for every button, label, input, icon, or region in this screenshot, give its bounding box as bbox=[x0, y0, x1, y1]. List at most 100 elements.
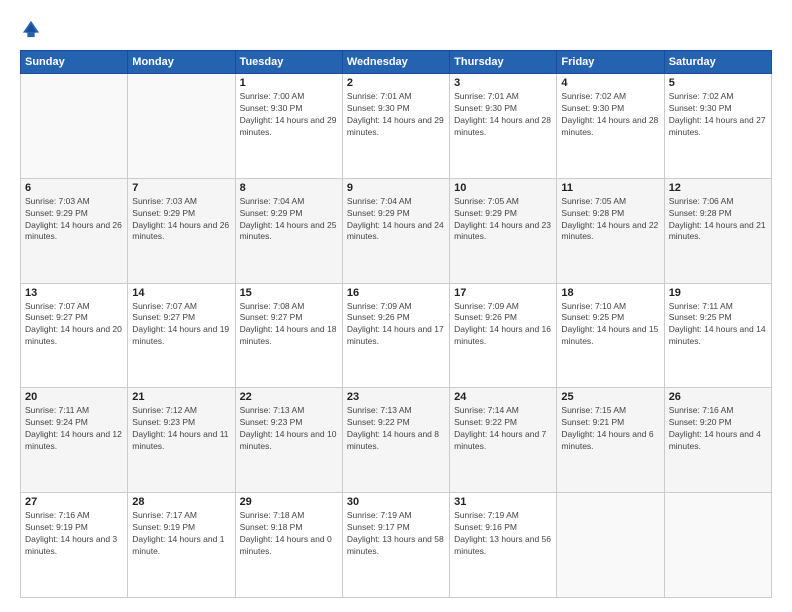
day-info: Sunrise: 7:03 AMSunset: 9:29 PMDaylight:… bbox=[132, 196, 230, 244]
day-number: 6 bbox=[25, 182, 123, 194]
day-number: 20 bbox=[25, 391, 123, 403]
calendar-cell: 31Sunrise: 7:19 AMSunset: 9:16 PMDayligh… bbox=[450, 493, 557, 598]
day-info: Sunrise: 7:14 AMSunset: 9:22 PMDaylight:… bbox=[454, 405, 552, 453]
weekday-header-saturday: Saturday bbox=[664, 51, 771, 74]
calendar-cell: 14 Sunrise: 7:07 AMSunset: 9:27 PMDayligh… bbox=[128, 283, 235, 388]
day-info: Sunrise: 7:08 AMSunset: 9:27 PMDaylight:… bbox=[240, 301, 338, 349]
calendar-cell: 24 Sunrise: 7:14 AMSunset: 9:22 PMDayligh… bbox=[450, 388, 557, 493]
calendar-cell: 26Sunrise: 7:16 AMSunset: 9:20 PMDayligh… bbox=[664, 388, 771, 493]
day-number: 21 bbox=[132, 391, 230, 403]
calendar-cell: 12 Sunrise: 7:06 AMSunset: 9:28 PMDayligh… bbox=[664, 178, 771, 283]
calendar-cell: 2 Sunrise: 7:01 AMSunset: 9:30 PMDaylight… bbox=[342, 74, 449, 179]
day-number: 23 bbox=[347, 391, 445, 403]
day-number: 16 bbox=[347, 287, 445, 299]
day-number: 5 bbox=[669, 77, 767, 89]
weekday-header-monday: Monday bbox=[128, 51, 235, 74]
calendar-cell: 1 Sunrise: 7:00 AMSunset: 9:30 PMDaylight… bbox=[235, 74, 342, 179]
day-number: 18 bbox=[561, 287, 659, 299]
day-info: Sunrise: 7:12 AMSunset: 9:23 PMDaylight:… bbox=[132, 405, 230, 453]
calendar-cell: 17 Sunrise: 7:09 AMSunset: 9:26 PMDayligh… bbox=[450, 283, 557, 388]
calendar-cell bbox=[128, 74, 235, 179]
day-info: Sunrise: 7:13 AMSunset: 9:22 PMDaylight:… bbox=[347, 405, 445, 453]
weekday-header-row: SundayMondayTuesdayWednesdayThursdayFrid… bbox=[21, 51, 772, 74]
day-number: 1 bbox=[240, 77, 338, 89]
weekday-header-sunday: Sunday bbox=[21, 51, 128, 74]
day-number: 22 bbox=[240, 391, 338, 403]
logo-icon bbox=[20, 18, 42, 40]
calendar-cell: 20 Sunrise: 7:11 AMSunset: 9:24 PMDayligh… bbox=[21, 388, 128, 493]
day-info: Sunrise: 7:05 AMSunset: 9:28 PMDaylight:… bbox=[561, 196, 659, 244]
calendar-cell: 27 Sunrise: 7:16 AMSunset: 9:19 PMDayligh… bbox=[21, 493, 128, 598]
day-info: Sunrise: 7:11 AMSunset: 9:25 PMDaylight:… bbox=[669, 301, 767, 349]
day-number: 28 bbox=[132, 496, 230, 508]
day-info: Sunrise: 7:01 AMSunset: 9:30 PMDaylight:… bbox=[454, 91, 552, 139]
day-info: Sunrise: 7:02 AMSunset: 9:30 PMDaylight:… bbox=[561, 91, 659, 139]
calendar-cell: 3 Sunrise: 7:01 AMSunset: 9:30 PMDaylight… bbox=[450, 74, 557, 179]
day-number: 27 bbox=[25, 496, 123, 508]
day-info: Sunrise: 7:09 AMSunset: 9:26 PMDaylight:… bbox=[454, 301, 552, 349]
day-info: Sunrise: 7:01 AMSunset: 9:30 PMDaylight:… bbox=[347, 91, 445, 139]
calendar-cell: 7 Sunrise: 7:03 AMSunset: 9:29 PMDaylight… bbox=[128, 178, 235, 283]
calendar-cell bbox=[664, 493, 771, 598]
calendar-cell: 15 Sunrise: 7:08 AMSunset: 9:27 PMDayligh… bbox=[235, 283, 342, 388]
calendar-cell: 25Sunrise: 7:15 AMSunset: 9:21 PMDayligh… bbox=[557, 388, 664, 493]
day-number: 17 bbox=[454, 287, 552, 299]
day-number: 15 bbox=[240, 287, 338, 299]
day-number: 29 bbox=[240, 496, 338, 508]
calendar-cell: 30Sunrise: 7:19 AMSunset: 9:17 PMDayligh… bbox=[342, 493, 449, 598]
weekday-header-friday: Friday bbox=[557, 51, 664, 74]
day-info: Sunrise: 7:06 AMSunset: 9:28 PMDaylight:… bbox=[669, 196, 767, 244]
day-number: 24 bbox=[454, 391, 552, 403]
day-number: 8 bbox=[240, 182, 338, 194]
day-info: Sunrise: 7:07 AMSunset: 9:27 PMDaylight:… bbox=[132, 301, 230, 349]
header bbox=[20, 18, 772, 40]
calendar-cell: 13 Sunrise: 7:07 AMSunset: 9:27 PMDayligh… bbox=[21, 283, 128, 388]
day-number: 11 bbox=[561, 182, 659, 194]
day-number: 31 bbox=[454, 496, 552, 508]
page: SundayMondayTuesdayWednesdayThursdayFrid… bbox=[0, 0, 792, 612]
day-info: Sunrise: 7:13 AMSunset: 9:23 PMDaylight:… bbox=[240, 405, 338, 453]
calendar-cell: 11 Sunrise: 7:05 AMSunset: 9:28 PMDayligh… bbox=[557, 178, 664, 283]
day-number: 7 bbox=[132, 182, 230, 194]
weekday-header-wednesday: Wednesday bbox=[342, 51, 449, 74]
calendar-week-row-1: 6 Sunrise: 7:03 AMSunset: 9:29 PMDaylight… bbox=[21, 178, 772, 283]
calendar-cell: 10 Sunrise: 7:05 AMSunset: 9:29 PMDayligh… bbox=[450, 178, 557, 283]
day-info: Sunrise: 7:00 AMSunset: 9:30 PMDaylight:… bbox=[240, 91, 338, 139]
day-number: 12 bbox=[669, 182, 767, 194]
calendar-week-row-2: 13 Sunrise: 7:07 AMSunset: 9:27 PMDayligh… bbox=[21, 283, 772, 388]
weekday-header-thursday: Thursday bbox=[450, 51, 557, 74]
calendar-cell bbox=[557, 493, 664, 598]
day-number: 30 bbox=[347, 496, 445, 508]
day-number: 2 bbox=[347, 77, 445, 89]
day-info: Sunrise: 7:11 AMSunset: 9:24 PMDaylight:… bbox=[25, 405, 123, 453]
day-info: Sunrise: 7:10 AMSunset: 9:25 PMDaylight:… bbox=[561, 301, 659, 349]
logo bbox=[20, 18, 46, 40]
calendar-cell: 4 Sunrise: 7:02 AMSunset: 9:30 PMDaylight… bbox=[557, 74, 664, 179]
day-info: Sunrise: 7:18 AMSunset: 9:18 PMDaylight:… bbox=[240, 510, 338, 558]
day-number: 19 bbox=[669, 287, 767, 299]
calendar-cell: 6Sunrise: 7:03 AMSunset: 9:29 PMDaylight… bbox=[21, 178, 128, 283]
day-info: Sunrise: 7:16 AMSunset: 9:19 PMDaylight:… bbox=[25, 510, 123, 558]
day-number: 13 bbox=[25, 287, 123, 299]
day-number: 14 bbox=[132, 287, 230, 299]
day-info: Sunrise: 7:05 AMSunset: 9:29 PMDaylight:… bbox=[454, 196, 552, 244]
calendar-cell: 19 Sunrise: 7:11 AMSunset: 9:25 PMDayligh… bbox=[664, 283, 771, 388]
calendar-cell: 21 Sunrise: 7:12 AMSunset: 9:23 PMDayligh… bbox=[128, 388, 235, 493]
calendar-cell: 18 Sunrise: 7:10 AMSunset: 9:25 PMDayligh… bbox=[557, 283, 664, 388]
calendar-cell: 29 Sunrise: 7:18 AMSunset: 9:18 PMDayligh… bbox=[235, 493, 342, 598]
calendar-cell: 16 Sunrise: 7:09 AMSunset: 9:26 PMDayligh… bbox=[342, 283, 449, 388]
calendar-cell: 9Sunrise: 7:04 AMSunset: 9:29 PMDaylight… bbox=[342, 178, 449, 283]
weekday-header-tuesday: Tuesday bbox=[235, 51, 342, 74]
day-info: Sunrise: 7:07 AMSunset: 9:27 PMDaylight:… bbox=[25, 301, 123, 349]
calendar-week-row-0: 1 Sunrise: 7:00 AMSunset: 9:30 PMDaylight… bbox=[21, 74, 772, 179]
calendar-cell: 22 Sunrise: 7:13 AMSunset: 9:23 PMDayligh… bbox=[235, 388, 342, 493]
day-info: Sunrise: 7:04 AMSunset: 9:29 PMDaylight:… bbox=[240, 196, 338, 244]
day-info: Sunrise: 7:17 AMSunset: 9:19 PMDaylight:… bbox=[132, 510, 230, 558]
day-number: 3 bbox=[454, 77, 552, 89]
day-info: Sunrise: 7:09 AMSunset: 9:26 PMDaylight:… bbox=[347, 301, 445, 349]
calendar-cell: 23 Sunrise: 7:13 AMSunset: 9:22 PMDayligh… bbox=[342, 388, 449, 493]
day-number: 10 bbox=[454, 182, 552, 194]
day-number: 4 bbox=[561, 77, 659, 89]
day-info: Sunrise: 7:16 AMSunset: 9:20 PMDaylight:… bbox=[669, 405, 767, 453]
day-info: Sunrise: 7:15 AMSunset: 9:21 PMDaylight:… bbox=[561, 405, 659, 453]
